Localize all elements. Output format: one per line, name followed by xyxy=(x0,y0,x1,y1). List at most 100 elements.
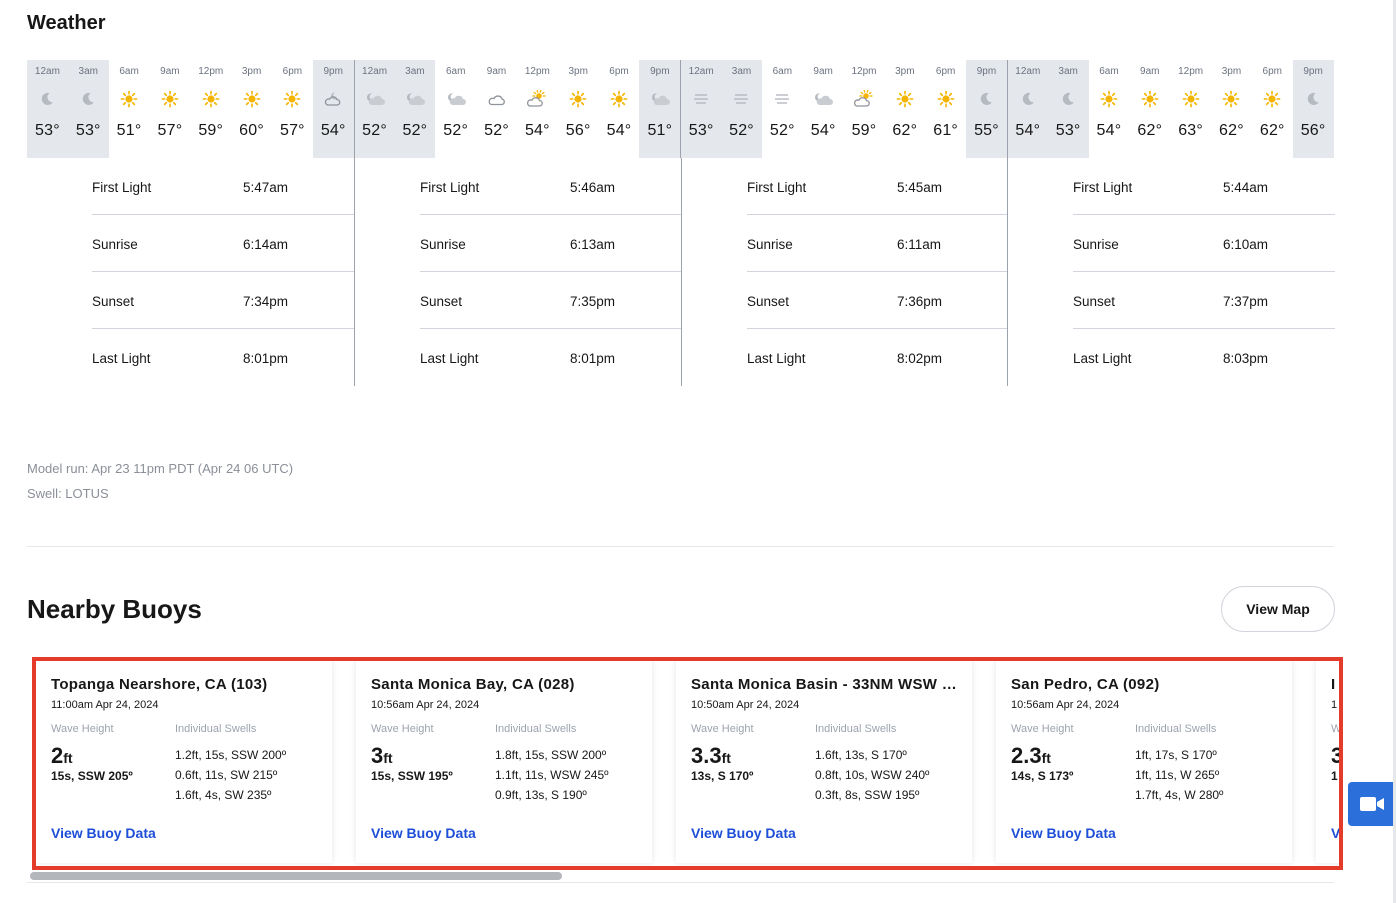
hour-temperature: 51° xyxy=(647,122,673,139)
sun-time-row: Sunset 7:34pm xyxy=(92,272,354,329)
hour-temperature: 53° xyxy=(688,122,714,139)
sun-icon xyxy=(149,88,190,110)
hour-temperature: 52° xyxy=(362,122,387,139)
sun-time-row: Last Light 8:02pm xyxy=(747,329,1008,386)
fog-icon xyxy=(762,88,803,110)
hour-time: 12am xyxy=(34,66,60,77)
buoy-card[interactable]: I 1 Wave Height Individual Swells 3 1 Vi… xyxy=(1316,661,1339,863)
buoy-card[interactable]: Topanga Nearshore, CA (103) 11:00am Apr … xyxy=(36,661,332,863)
sun-time-label: Sunrise xyxy=(1073,237,1119,252)
buoy-carousel[interactable]: Topanga Nearshore, CA (103) 11:00am Apr … xyxy=(36,661,1339,866)
moon-icon xyxy=(68,88,109,110)
hour-time: 9am xyxy=(813,66,833,77)
sun-time-row: First Light 5:46am xyxy=(420,158,682,215)
view-buoy-data-link[interactable]: View Buoy Data xyxy=(371,825,476,841)
cloud-night-icon xyxy=(803,88,844,110)
hour-time: 12pm xyxy=(198,66,224,77)
wave-height-unit: ft xyxy=(63,750,73,766)
view-buoy-data-link[interactable]: View Buoy Data xyxy=(691,825,796,841)
sun-time-value: 5:45am xyxy=(897,180,943,195)
sun-time-value: 8:02pm xyxy=(897,351,943,366)
swell-list: 1.8ft, 15s, SSW 200º 1.1ft, 11s, WSW 245… xyxy=(495,745,609,805)
sun-times-day: First Light 5:45am Sunrise 6:11am Sunset 7… xyxy=(681,158,1008,386)
hour-temperature: 56° xyxy=(1300,122,1326,139)
swell-list: 1.2ft, 15s, SSW 200º 0.6ft, 11s, SW 215º… xyxy=(175,745,286,805)
buoy-timestamp: 10:56am Apr 24, 2024 xyxy=(371,699,480,711)
wave-height-unit: ft xyxy=(383,750,393,766)
hour-temperature: 54° xyxy=(606,122,632,139)
sun-times-day: First Light 5:46am Sunrise 6:13am Sunset 7… xyxy=(354,158,682,386)
hour-temperature: 59° xyxy=(198,122,224,139)
hour-forecast: 9am 54° xyxy=(803,60,844,158)
hour-time: 6am xyxy=(445,66,466,77)
sun-time-value: 6:11am xyxy=(897,237,942,252)
hourly-forecast-strip: 12am 53° 3am 53° 6am 51° 9am 57° 12pm 59° 3pm… xyxy=(27,60,1334,158)
moon-icon xyxy=(1048,88,1089,110)
hour-temperature: 52° xyxy=(729,122,754,139)
nearby-buoys-title: Nearby Buoys xyxy=(27,594,202,624)
hour-forecast: 3pm 62° xyxy=(884,60,925,158)
buoy-timestamp: 10:50am Apr 24, 2024 xyxy=(691,699,800,711)
hour-forecast: 12pm 54° xyxy=(517,60,558,158)
view-buoy-data-link[interactable]: View Buoy Data xyxy=(51,825,156,841)
hour-forecast: 3am 52° xyxy=(394,60,436,158)
sun-icon xyxy=(272,88,313,110)
hour-forecast: 6am 52° xyxy=(762,60,803,158)
sun-icon xyxy=(190,88,231,110)
swell-list: 1ft, 17s, S 170º 1ft, 11s, W 265º 1.7ft,… xyxy=(1135,745,1223,805)
moon-icon xyxy=(966,88,1007,110)
individual-swells-label: Individual Swells xyxy=(175,723,257,735)
hour-time: 9pm xyxy=(323,66,343,77)
hour-temperature: 53° xyxy=(1055,122,1081,139)
sun-time-row: Sunset 7:36pm xyxy=(747,272,1008,329)
hour-time: 9am xyxy=(1140,66,1160,77)
hour-temperature: 54° xyxy=(1096,122,1122,139)
hour-time: 6am xyxy=(119,66,139,77)
video-chat-button[interactable] xyxy=(1348,782,1396,826)
hour-temperature: 53° xyxy=(75,122,101,139)
view-buoy-data-link[interactable]: View Buoy Data xyxy=(1331,825,1339,841)
hour-temperature: 54° xyxy=(524,122,550,139)
buoy-name: Topanga Nearshore, CA (103) xyxy=(51,676,268,693)
buoy-card[interactable]: San Pedro, CA (092) 10:56am Apr 24, 2024… xyxy=(996,661,1292,863)
hour-time: 3pm xyxy=(1221,66,1242,77)
sun-time-value: 8:03pm xyxy=(1223,351,1269,366)
moon-icon xyxy=(27,88,68,110)
video-camera-icon xyxy=(1360,797,1384,811)
wave-height-label: Wave Height xyxy=(371,723,434,735)
hour-time: 12am xyxy=(688,66,714,77)
sun-time-label: Sunset xyxy=(1073,294,1116,309)
hour-time: 9pm xyxy=(1303,66,1323,77)
moon-icon xyxy=(1008,88,1048,110)
hour-forecast: 12pm 63° xyxy=(1170,60,1211,158)
swell-item: 0.6ft, 11s, SW 215º xyxy=(175,768,278,782)
hour-forecast: 6am 52° xyxy=(435,60,476,158)
buoy-card[interactable]: Santa Monica Bay, CA (028) 10:56am Apr 2… xyxy=(356,661,652,863)
sun-icon xyxy=(884,88,925,110)
wave-height-number: 2 xyxy=(51,743,64,768)
hour-forecast: 9pm 54° xyxy=(312,60,354,158)
sun-time-label: Last Light xyxy=(92,351,151,366)
hour-forecast: 12pm 59° xyxy=(844,60,885,158)
sun-time-row: First Light 5:44am xyxy=(1073,158,1335,215)
wave-height-value: 2.3ft xyxy=(1011,743,1051,769)
hour-time: 12pm xyxy=(524,66,550,77)
buoy-name: I xyxy=(1331,676,1336,693)
buoy-card[interactable]: Santa Monica Basin - 33NM WSW of Santa M… xyxy=(676,661,972,863)
hour-forecast: 9pm 51° xyxy=(639,60,681,158)
hour-temperature: 57° xyxy=(157,122,183,139)
sun-icon xyxy=(599,88,640,110)
wave-height-unit: ft xyxy=(1041,750,1051,766)
view-buoy-data-link[interactable]: View Buoy Data xyxy=(1011,825,1116,841)
sun-time-value: 7:35pm xyxy=(570,294,616,309)
wave-height-value: 2ft xyxy=(51,743,73,769)
hour-time: 9pm xyxy=(650,66,670,77)
hour-temperature: 61° xyxy=(933,122,959,139)
hour-forecast: 6am 54° xyxy=(1089,60,1130,158)
hour-forecast: 6pm 57° xyxy=(272,60,313,158)
swell-item: 0.8ft, 10s, WSW 240º xyxy=(815,768,930,782)
view-map-button[interactable]: View Map xyxy=(1221,586,1335,632)
sun-times-day: First Light 5:44am Sunrise 6:10am Sunset 7… xyxy=(1007,158,1335,386)
carousel-scrollbar-thumb[interactable] xyxy=(30,872,562,880)
sun-time-label: Sunrise xyxy=(747,237,793,252)
